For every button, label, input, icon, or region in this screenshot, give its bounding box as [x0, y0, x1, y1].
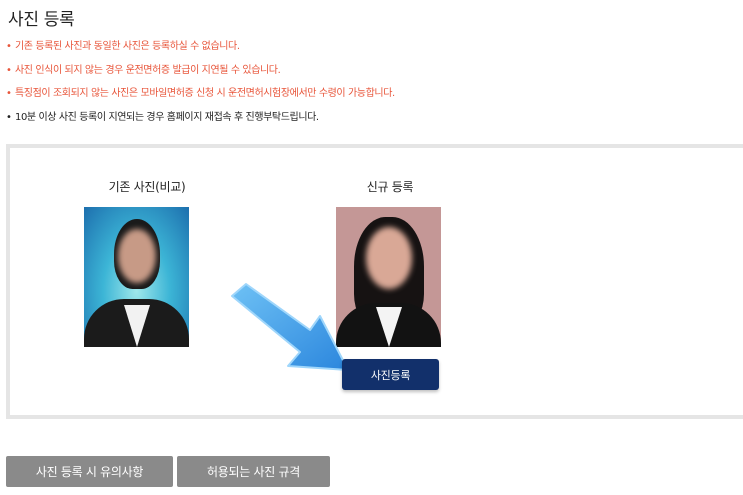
notice-reconnect: • 10분 이상 사진 등록이 지연되는 경우 홈페이지 재접속 후 진행부탁드립…: [6, 108, 319, 123]
notice-text: 기존 등록된 사진과 동일한 사진은 등록하실 수 없습니다.: [15, 41, 240, 52]
register-photo-button[interactable]: 사진등록: [342, 359, 439, 390]
page-title: 사진 등록: [8, 10, 75, 30]
notice-text: 특징점이 조회되지 않는 사진은 모바일면허증 신청 시 운전면허시험장에서만 …: [15, 88, 395, 99]
bullet: •: [6, 65, 12, 76]
notice-recognition-delay: • 사진 인식이 되지 않는 경우 운전면허증 발급이 지연될 수 있습니다.: [6, 61, 281, 76]
photo-comparison-panel: 기존 사진(비교) 신규 등록 사진등록: [6, 144, 743, 419]
bullet: •: [6, 41, 12, 52]
allowed-spec-button[interactable]: 허용되는 사진 규격: [177, 456, 330, 487]
notice-text: 10분 이상 사진 등록이 지연되는 경우 홈페이지 재접속 후 진행부탁드립니…: [15, 112, 319, 123]
precautions-button[interactable]: 사진 등록 시 유의사항: [6, 456, 173, 487]
notice-duplicate-photo: • 기존 등록된 사진과 동일한 사진은 등록하실 수 없습니다.: [6, 37, 240, 52]
existing-photo-caption: 기존 사진(비교): [108, 180, 186, 194]
blurred-face: [118, 229, 156, 283]
bullet: •: [6, 88, 12, 99]
existing-photo: [84, 207, 189, 347]
blurred-face: [366, 227, 412, 289]
notice-feature-points: • 특징점이 조회되지 않는 사진은 모바일면허증 신청 시 운전면허시험장에서만…: [6, 84, 395, 99]
notice-text: 사진 인식이 되지 않는 경우 운전면허증 발급이 지연될 수 있습니다.: [15, 65, 281, 76]
new-photo-caption: 신규 등록: [366, 180, 414, 194]
bullet: •: [6, 112, 12, 123]
